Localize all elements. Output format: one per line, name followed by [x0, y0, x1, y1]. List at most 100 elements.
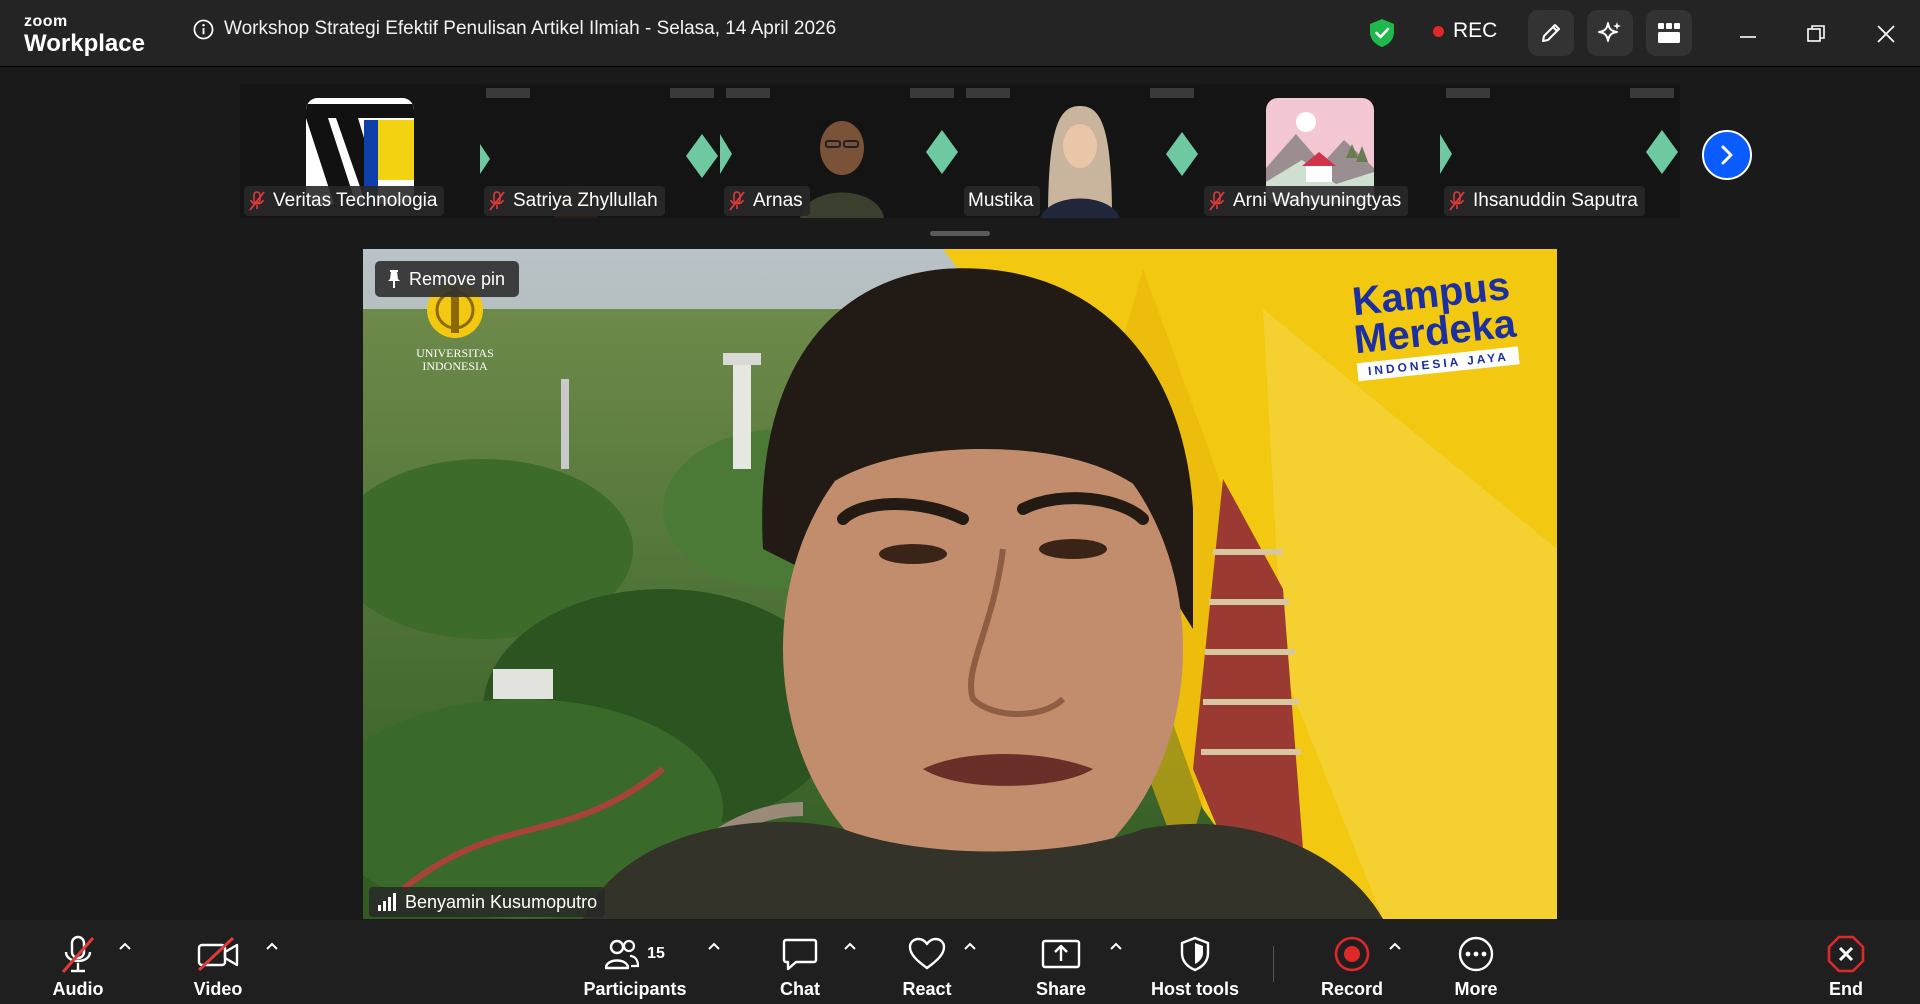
sparkle-icon [1598, 22, 1621, 42]
recording-indicator[interactable]: REC [1433, 19, 1497, 43]
restore-button[interactable] [1796, 14, 1836, 54]
react-options-chevron-up-icon[interactable] [962, 938, 978, 954]
react-button[interactable]: React [897, 920, 957, 1004]
mic-muted-icon [1449, 191, 1465, 211]
logo-line1: zoom [24, 13, 68, 30]
ai-companion-button[interactable] [1587, 10, 1633, 56]
pencil-icon [1542, 24, 1560, 42]
close-icon [1877, 25, 1895, 43]
encryption-shield-icon[interactable] [1368, 18, 1396, 48]
strip-resize-handle[interactable] [930, 231, 990, 236]
main-speaker-video[interactable]: UNIVERSITAS INDONESIA Kampus Merdeka IND… [363, 249, 1557, 919]
pin-icon [388, 270, 400, 288]
participant-name: Arnas [753, 190, 803, 211]
logo-line2: Workplace [24, 30, 145, 57]
participants-button[interactable]: 15 Participants [578, 920, 692, 1004]
video-off-icon [197, 937, 239, 971]
remove-pin-label: Remove pin [409, 268, 506, 289]
close-window-button[interactable] [1866, 14, 1906, 54]
chat-options-chevron-up-icon[interactable] [842, 938, 858, 954]
participant-tile[interactable]: Ihsanuddin Saputra [1440, 84, 1680, 218]
mic-muted-icon [61, 935, 95, 973]
participant-name-bar: Mustika [964, 186, 1041, 216]
next-page-button[interactable] [1702, 130, 1752, 180]
participant-name: Satriya Zhyllullah [513, 190, 658, 211]
record-icon [1334, 936, 1370, 972]
share-options-chevron-up-icon[interactable] [1108, 938, 1124, 954]
signal-strength-icon [378, 893, 396, 911]
meeting-title[interactable]: Workshop Strategi Efektif Penulisan Arti… [193, 18, 836, 40]
participant-name: Ihsanuddin Saputra [1473, 190, 1638, 211]
video-options-chevron-up-icon[interactable] [264, 938, 280, 954]
participant-name: Mustika [968, 190, 1034, 211]
participant-name: Veritas Technologia [273, 190, 438, 211]
mic-muted-icon [489, 191, 505, 211]
annotate-button[interactable] [1528, 10, 1574, 56]
meeting-toolbar: Audio Video 15 Participants Chat React S… [0, 920, 1920, 1004]
end-label: End [1829, 979, 1863, 999]
toolbar-divider [1273, 946, 1274, 982]
mic-muted-icon [1209, 191, 1225, 211]
participants-options-chevron-up-icon[interactable] [706, 938, 722, 954]
react-label: React [902, 979, 952, 999]
audio-button[interactable]: Audio [50, 920, 106, 1004]
audio-options-chevron-up-icon[interactable] [117, 938, 133, 954]
record-label: Record [1321, 979, 1384, 999]
share-label: Share [1035, 979, 1087, 999]
remove-pin-button[interactable]: Remove pin [375, 261, 520, 297]
record-button[interactable]: Record [1321, 920, 1384, 1004]
participant-name-bar: Veritas Technologia [244, 186, 445, 216]
ui-logo-line1: UNIVERSITAS [416, 346, 494, 360]
participant-tile[interactable]: Veritas Technologia [240, 84, 480, 218]
heart-icon [908, 937, 946, 970]
mic-muted-icon [249, 191, 265, 211]
end-meeting-button[interactable]: End [1818, 920, 1874, 1004]
video-button[interactable]: Video [190, 920, 246, 1004]
universitas-indonesia-logo: UNIVERSITAS INDONESIA [405, 282, 505, 373]
mic-muted-icon [729, 191, 745, 211]
grid-view-icon [1658, 23, 1680, 43]
ui-logo-line2: INDONESIA [422, 359, 488, 373]
audio-label: Audio [52, 979, 104, 999]
share-screen-icon [1041, 939, 1081, 969]
share-button[interactable]: Share [1030, 920, 1092, 1004]
participant-name-bar: Arni Wahyuningtyas [1204, 186, 1409, 216]
speaker-name: Benyamin Kusumoputro [405, 891, 598, 912]
participant-tile[interactable]: Arni Wahyuningtyas [1200, 84, 1440, 218]
chat-bubble-icon [782, 938, 818, 971]
participant-tile[interactable]: Arnas [720, 84, 960, 218]
title-bar: zoom Workplace Workshop Strategi Efektif… [0, 0, 1920, 67]
participant-tile[interactable]: Mustika [960, 84, 1200, 218]
more-label: More [1454, 979, 1498, 999]
recording-dot-icon [1433, 25, 1444, 37]
video-label: Video [193, 979, 243, 999]
kampus-merdeka-logo: Kampus Merdeka INDONESIA JAYA [1348, 264, 1520, 382]
minimize-icon [1740, 36, 1756, 38]
participant-name-bar: Arnas [724, 186, 810, 216]
participant-name-bar: Satriya Zhyllullah [484, 186, 665, 216]
participants-count: 15 [647, 945, 665, 962]
meeting-title-text: Workshop Strategi Efektif Penulisan Arti… [224, 18, 837, 39]
restore-icon [1807, 25, 1825, 42]
participants-icon [605, 939, 640, 970]
chat-button[interactable]: Chat [770, 920, 830, 1004]
minimize-button[interactable] [1728, 14, 1768, 54]
participant-tile[interactable]: Satriya Zhyllullah [480, 84, 720, 218]
info-icon[interactable] [193, 19, 214, 40]
more-options-icon [1458, 936, 1494, 972]
host-tools-button[interactable]: Host tools [1150, 920, 1240, 1004]
chevron-right-icon [1721, 145, 1733, 165]
zoom-logo: zoom Workplace [24, 14, 145, 56]
end-call-icon [1827, 935, 1865, 973]
participant-strip: Veritas Technologia Satriya Zhyllullah A… [240, 84, 1760, 218]
participant-name-bar: Ihsanuddin Saputra [1444, 186, 1645, 216]
rec-label: REC [1453, 19, 1498, 42]
view-layout-button[interactable] [1646, 10, 1692, 56]
more-button[interactable]: More [1448, 920, 1504, 1004]
participant-name: Arni Wahyuningtyas [1233, 190, 1402, 211]
speaker-name-bar: Benyamin Kusumoputro [369, 887, 606, 917]
participants-label: Participants [583, 979, 687, 999]
host-tools-label: Host tools [1151, 979, 1239, 999]
shield-icon [1180, 936, 1210, 972]
record-options-chevron-up-icon[interactable] [1387, 938, 1403, 954]
